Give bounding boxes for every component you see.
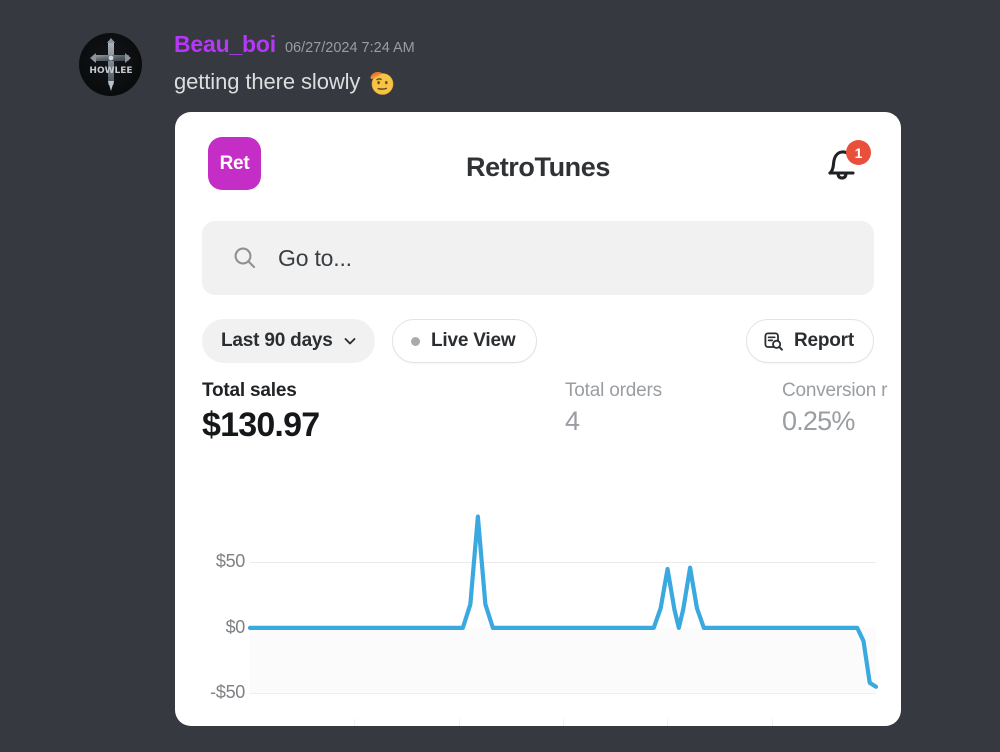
x-axis-tick (354, 719, 356, 726)
report-label: Report (793, 330, 854, 351)
search-placeholder: Go to... (278, 244, 352, 271)
report-document-search-icon (764, 332, 783, 351)
page-title: RetroTunes (465, 152, 610, 182)
raised-eyebrow-beret-emoji (368, 68, 396, 96)
app-header: Ret RetroTunes 1 (175, 112, 901, 205)
shopify-app-screenshot-card: Ret RetroTunes 1 Go to... Last 90 days L… (175, 112, 901, 726)
metric-total-orders[interactable]: Total orders 4 (565, 380, 662, 437)
live-view-label: Live View (431, 330, 516, 351)
search-icon (234, 247, 256, 269)
y-axis-tick-label: $50 (215, 551, 245, 572)
filter-toolbar: Last 90 days Live View Report (202, 319, 874, 363)
y-axis-tick-label: $0 (225, 616, 246, 637)
discord-message: HOWLEE Beau_boi 06/27/2024 7:24 AM getti… (0, 0, 1000, 752)
total-sales-line-chart[interactable]: $50 $0 -$50 (175, 497, 901, 726)
chevron-down-icon (344, 338, 356, 345)
search-input[interactable]: Go to... (202, 221, 874, 295)
notification-badge: 1 (846, 140, 871, 165)
user-avatar[interactable]: HOWLEE (79, 33, 142, 96)
metric-value: 0.25% (782, 406, 855, 436)
metric-value: 4 (565, 406, 580, 436)
message-content: getting there slowly (174, 68, 396, 96)
chart-y-axis: $50 $0 -$50 (175, 497, 245, 726)
chart-plot-area (250, 497, 876, 726)
message-text: getting there slowly (174, 69, 361, 94)
x-axis-tick (458, 719, 460, 726)
date-range-label: Last 90 days (221, 330, 333, 351)
message-author[interactable]: Beau_boi (174, 31, 276, 58)
svg-text:HOWLEE: HOWLEE (89, 66, 132, 76)
live-view-button[interactable]: Live View (392, 319, 538, 363)
notifications-button[interactable]: 1 (819, 140, 871, 188)
metric-value: $130.97 (202, 406, 320, 444)
date-range-filter[interactable]: Last 90 days (202, 319, 375, 363)
x-axis-tick (771, 719, 773, 726)
x-axis-tick (563, 719, 564, 726)
metric-label: Conversion r (782, 380, 888, 401)
message-timestamp: 06/27/2024 7:24 AM (284, 40, 415, 56)
report-button[interactable]: Report (745, 319, 874, 363)
metric-total-sales[interactable]: Total sales $130.97 (202, 380, 320, 445)
x-axis-tick (667, 719, 669, 726)
chart-x-axis-ticks (250, 718, 876, 726)
metric-conversion-rate[interactable]: Conversion r 0.25% (782, 380, 888, 437)
metrics-row: Total sales $130.97 Total orders 4 Conve… (202, 380, 901, 448)
message-header: Beau_boi 06/27/2024 7:24 AM (174, 31, 415, 58)
chart-series-line (250, 497, 876, 694)
y-axis-tick-label: -$50 (210, 682, 245, 703)
live-status-dot (411, 336, 420, 346)
metric-label: Total orders (565, 380, 662, 401)
metric-label: Total sales (202, 380, 297, 401)
